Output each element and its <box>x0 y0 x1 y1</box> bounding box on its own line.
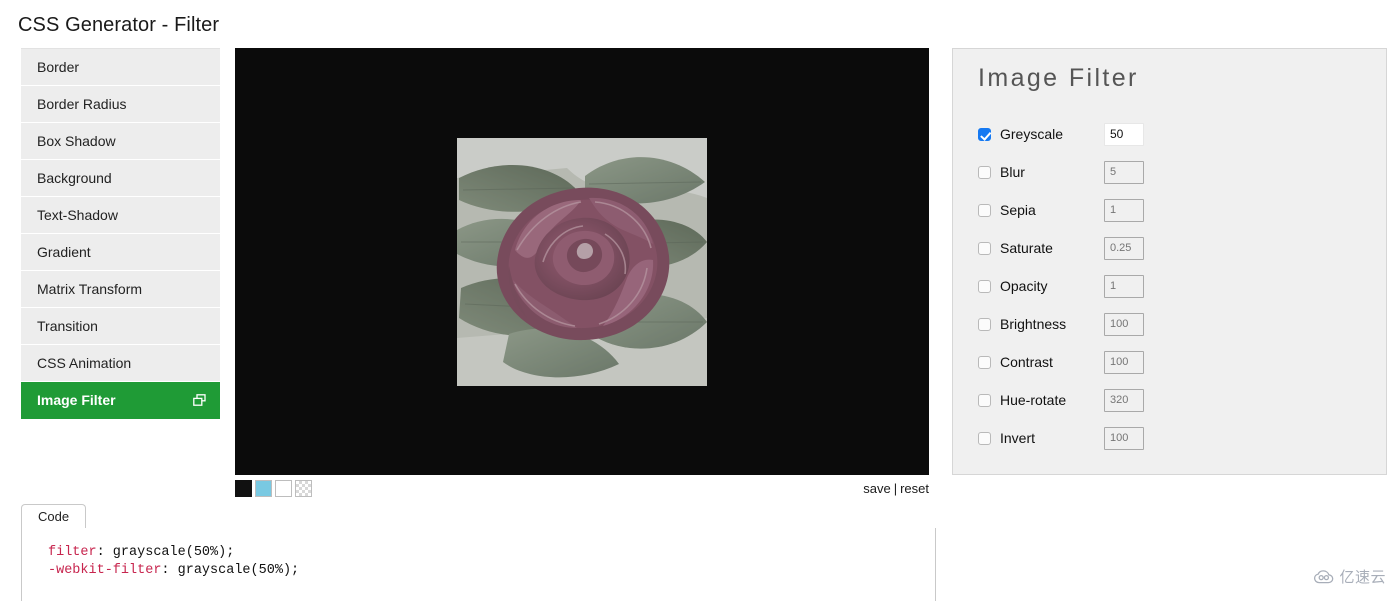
filter-panel-title: Image Filter <box>978 64 1139 92</box>
sidebar-item-label: Matrix Transform <box>37 281 143 297</box>
page-title: CSS Generator - Filter <box>18 14 220 36</box>
input-blur[interactable] <box>1104 160 1144 184</box>
filter-row-blur: Blur <box>978 153 1386 191</box>
blue-swatch[interactable] <box>255 480 272 497</box>
preview-canvas <box>235 48 929 475</box>
checkbox-brightness[interactable] <box>978 317 991 331</box>
checkbox-hue-rotate[interactable] <box>978 393 991 407</box>
input-sepia[interactable] <box>1104 198 1144 222</box>
sidebar-item-label: Text-Shadow <box>37 207 118 223</box>
windows-copy-icon <box>193 394 206 406</box>
filter-row-invert: Invert <box>978 419 1386 457</box>
tab-code[interactable]: Code <box>21 504 87 529</box>
checkbox-greyscale[interactable] <box>978 127 991 141</box>
label-opacity: Opacity <box>1000 278 1048 294</box>
sidebar-item-css-animation[interactable]: CSS Animation <box>21 345 220 382</box>
label-greyscale: Greyscale <box>1000 126 1064 142</box>
sidebar: Border Border Radius Box Shadow Background T… <box>21 48 220 419</box>
filter-rows: Greyscale Blur Sepia Saturate Opacity Brightn… <box>978 115 1386 457</box>
transparent-swatch[interactable] <box>295 480 312 497</box>
sidebar-item-label: Border Radius <box>37 96 127 112</box>
input-hue-rotate[interactable] <box>1104 388 1144 412</box>
code-value: : grayscale(50%); <box>161 563 300 578</box>
code-tabbar: Code <box>21 504 936 529</box>
background-swatches[interactable] <box>235 480 312 497</box>
sidebar-item-box-shadow[interactable]: Box Shadow <box>21 123 220 160</box>
cloud-icon <box>1314 569 1334 583</box>
sidebar-item-label: Image Filter <box>37 392 116 408</box>
app-root: CSS Generator - Filter Border Border Radi… <box>0 0 1400 601</box>
code-property: -webkit-filter <box>48 563 162 578</box>
image-filter-panel: Image Filter Greyscale Blur Sepia Saturate O… <box>952 48 1387 475</box>
checkbox-invert[interactable] <box>978 431 991 445</box>
input-contrast[interactable] <box>1104 350 1144 374</box>
label-brightness: Brightness <box>1000 316 1067 332</box>
sidebar-item-transition[interactable]: Transition <box>21 308 220 345</box>
checkbox-blur[interactable] <box>978 165 991 179</box>
action-separator: | <box>893 481 898 496</box>
input-invert[interactable] <box>1104 426 1144 450</box>
label-saturate: Saturate <box>1000 240 1053 256</box>
sidebar-item-label: Background <box>37 170 112 186</box>
watermark-text: 亿速云 <box>1339 568 1386 586</box>
code-line: filter: grayscale(50%); <box>48 544 935 562</box>
checkbox-saturate[interactable] <box>978 241 991 255</box>
sidebar-item-matrix-transform[interactable]: Matrix Transform <box>21 271 220 308</box>
filter-row-sepia: Sepia <box>978 191 1386 229</box>
label-sepia: Sepia <box>1000 202 1036 218</box>
save-link[interactable]: save <box>863 481 890 496</box>
sidebar-item-background[interactable]: Background <box>21 160 220 197</box>
black-swatch[interactable] <box>235 480 252 497</box>
watermark: 亿速云 <box>1313 566 1386 587</box>
filter-row-saturate: Saturate <box>978 229 1386 267</box>
sidebar-item-label: CSS Animation <box>37 355 132 371</box>
filter-row-contrast: Contrast <box>978 343 1386 381</box>
sidebar-item-gradient[interactable]: Gradient <box>21 234 220 271</box>
checkbox-sepia[interactable] <box>978 203 991 217</box>
code-value: : grayscale(50%); <box>96 545 235 560</box>
label-invert: Invert <box>1000 430 1036 446</box>
sidebar-item-border-radius[interactable]: Border Radius <box>21 86 220 123</box>
code-output[interactable]: filter: grayscale(50%); -webkit-filter: g… <box>21 528 936 601</box>
reset-link[interactable]: reset <box>900 481 929 496</box>
rose-image-svg <box>457 138 707 386</box>
sidebar-item-label: Transition <box>37 318 98 334</box>
code-line: -webkit-filter: grayscale(50%); <box>48 562 935 580</box>
label-hue-rotate: Hue-rotate <box>1000 392 1067 408</box>
input-opacity[interactable] <box>1104 274 1144 298</box>
filter-row-hue-rotate: Hue-rotate <box>978 381 1386 419</box>
checkbox-opacity[interactable] <box>978 279 991 293</box>
preview-actions: save | reset <box>863 481 929 496</box>
checkbox-contrast[interactable] <box>978 355 991 369</box>
filter-row-brightness: Brightness <box>978 305 1386 343</box>
label-blur: Blur <box>1000 164 1025 180</box>
filter-row-opacity: Opacity <box>978 267 1386 305</box>
input-brightness[interactable] <box>1104 312 1144 336</box>
input-greyscale[interactable] <box>1104 122 1144 146</box>
label-contrast: Contrast <box>1000 354 1053 370</box>
input-saturate[interactable] <box>1104 236 1144 260</box>
filter-row-greyscale: Greyscale <box>978 115 1386 153</box>
preview-image <box>457 138 707 386</box>
sidebar-item-image-filter[interactable]: Image Filter <box>21 382 220 419</box>
sidebar-item-label: Gradient <box>37 244 91 260</box>
code-property: filter <box>48 545 97 560</box>
sidebar-item-label: Border <box>37 59 80 75</box>
sidebar-item-border[interactable]: Border <box>21 49 220 86</box>
sidebar-item-text-shadow[interactable]: Text-Shadow <box>21 197 220 234</box>
sidebar-item-label: Box Shadow <box>37 133 116 149</box>
white-swatch[interactable] <box>275 480 292 497</box>
